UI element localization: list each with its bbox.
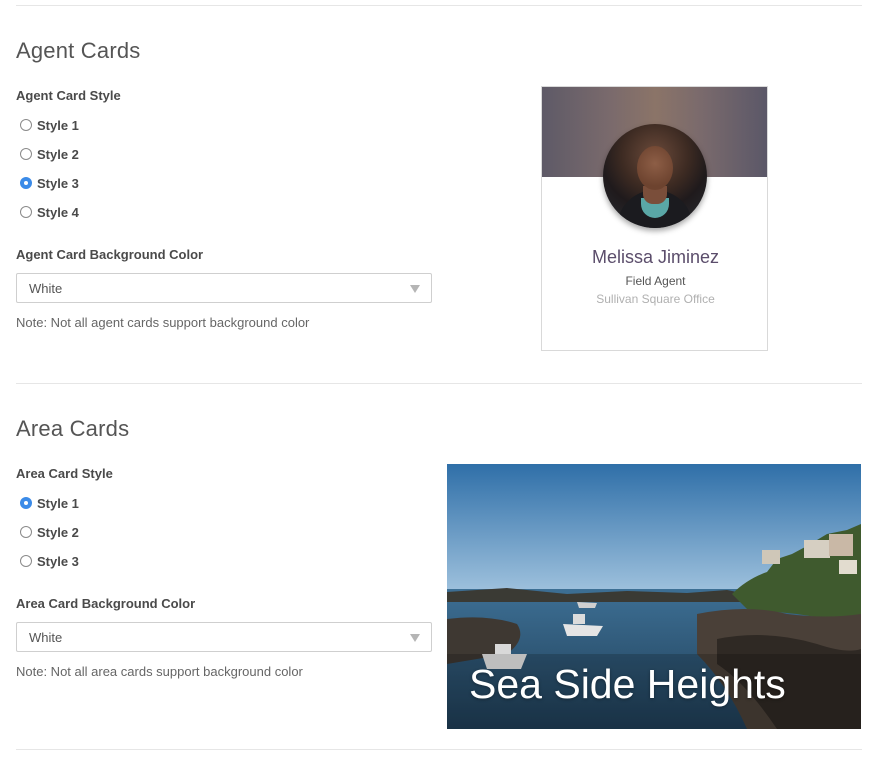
agent-card-preview: Melissa Jiminez Field Agent Sullivan Squ…: [541, 86, 768, 351]
agent-style-1-radio[interactable]: [20, 119, 32, 131]
top-divider: [16, 5, 862, 6]
agent-style-4-label: Style 4: [37, 204, 79, 220]
agent-avatar: [603, 124, 707, 228]
agent-card-bg-value: White: [29, 281, 63, 296]
agent-card-bg-label: Agent Card Background Color: [16, 247, 204, 262]
agent-style-4-radio[interactable]: [20, 206, 32, 218]
area-card-bg-label: Area Card Background Color: [16, 596, 196, 611]
area-style-2-radio[interactable]: [20, 526, 32, 538]
area-style-3-label: Style 3: [37, 553, 79, 569]
area-style-3-radio[interactable]: [20, 555, 32, 567]
section-divider: [16, 383, 862, 384]
agent-style-4-option[interactable]: Style 4: [20, 203, 79, 221]
area-card-note: Note: Not all area cards support backgro…: [16, 664, 303, 679]
agent-card-style-label: Agent Card Style: [16, 88, 121, 103]
agent-style-3-radio[interactable]: [20, 177, 32, 189]
area-card-title: Sea Side Heights: [469, 661, 786, 707]
area-style-2-option[interactable]: Style 2: [20, 523, 79, 541]
agent-cards-title: Agent Cards: [16, 38, 141, 63]
agent-style-2-option[interactable]: Style 2: [20, 145, 79, 163]
agent-card-note: Note: Not all agent cards support backgr…: [16, 315, 310, 330]
agent-style-3-option[interactable]: Style 3: [20, 174, 79, 192]
area-card-preview: Sea Side Heights: [447, 464, 861, 729]
agent-title: Field Agent: [625, 274, 686, 288]
agent-style-3-label: Style 3: [37, 175, 79, 191]
area-style-2-label: Style 2: [37, 524, 79, 540]
agent-style-1-option[interactable]: Style 1: [20, 116, 79, 134]
agent-name: Melissa Jiminez: [591, 247, 720, 267]
area-style-1-option[interactable]: Style 1: [20, 494, 79, 512]
area-style-1-radio[interactable]: [20, 497, 32, 509]
area-card-bg-select[interactable]: White: [16, 622, 432, 652]
area-style-1-label: Style 1: [37, 495, 79, 511]
area-card-style-label: Area Card Style: [16, 466, 113, 481]
agent-card-bg-select[interactable]: White: [16, 273, 432, 303]
area-card-bg-value: White: [29, 630, 63, 645]
bottom-divider: [16, 749, 862, 750]
agent-office: Sullivan Square Office: [596, 292, 715, 306]
chevron-down-icon: [410, 634, 420, 642]
area-style-3-option[interactable]: Style 3: [20, 552, 79, 570]
chevron-down-icon: [410, 285, 420, 293]
agent-style-2-radio[interactable]: [20, 148, 32, 160]
agent-style-2-label: Style 2: [37, 146, 79, 162]
agent-style-1-label: Style 1: [37, 117, 79, 133]
area-cards-title: Area Cards: [16, 416, 130, 441]
